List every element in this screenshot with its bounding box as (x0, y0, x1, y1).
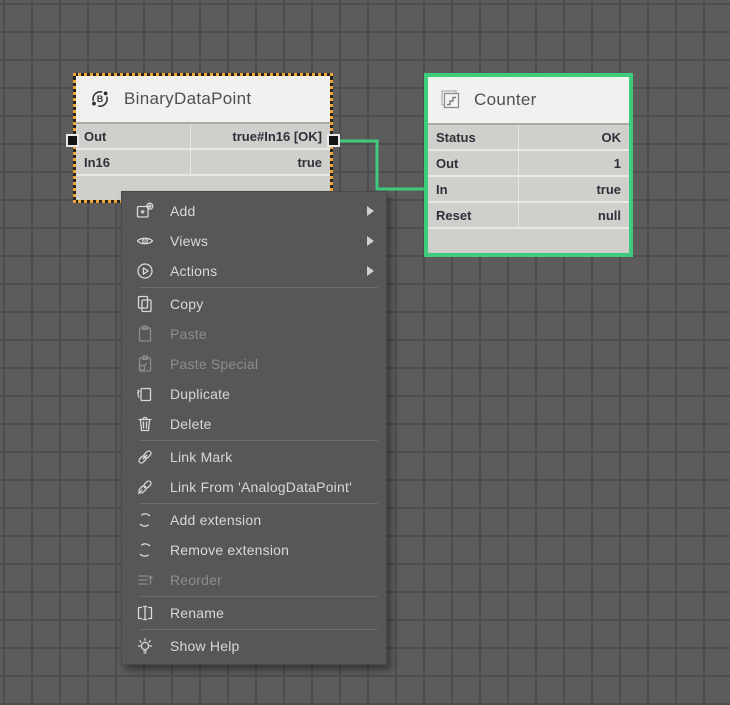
menu-item-rename[interactable]: Rename (122, 598, 386, 628)
menu-item-paste-special: Paste Special (122, 349, 386, 379)
reorder-icon (135, 570, 155, 590)
menu-item-copy[interactable]: Copy (122, 289, 386, 319)
prop-row-reset[interactable]: Reset null (428, 201, 629, 227)
paste-icon (135, 324, 155, 344)
context-menu: Add Views Actions Copy Paste Paste Speci… (121, 191, 387, 665)
prop-name: Reset (436, 203, 520, 227)
menu-item-show-help[interactable]: Show Help (122, 631, 386, 661)
rename-icon (135, 603, 155, 623)
block-counter[interactable]: Counter Status OK Out 1 In true Reset nu… (424, 73, 633, 257)
prop-row-in[interactable]: In true (428, 175, 629, 201)
prop-row-out[interactable]: Out true#In16 [OK] (76, 124, 330, 148)
link-from-icon (135, 477, 155, 497)
menu-item-remove-extension[interactable]: Remove extension (122, 535, 386, 565)
prop-row-status[interactable]: Status OK (428, 125, 629, 149)
out-pin-handle-left[interactable] (66, 134, 79, 147)
menu-item-views[interactable]: Views (122, 226, 386, 256)
out-pin-handle-right[interactable] (327, 134, 340, 147)
delete-trash-icon (135, 414, 155, 434)
add-extension-icon (135, 510, 155, 530)
menu-item-actions[interactable]: Actions (122, 256, 386, 286)
paste-special-icon (135, 354, 155, 374)
prop-value: true#In16 [OK] (232, 128, 322, 144)
remove-extension-icon (135, 540, 155, 560)
link-mark-icon (135, 447, 155, 467)
menu-item-link-mark[interactable]: Link Mark (122, 442, 386, 472)
block-title: Counter (474, 90, 537, 109)
menu-separator (140, 287, 378, 288)
prop-value: OK (601, 129, 622, 145)
menu-item-reorder: Reorder (122, 565, 386, 595)
prop-value: true (297, 154, 322, 170)
prop-row-out[interactable]: Out 1 (428, 149, 629, 175)
menu-item-add[interactable]: Add (122, 196, 386, 226)
submenu-arrow-icon (367, 266, 374, 276)
prop-name: In16 (84, 150, 192, 174)
menu-separator (140, 503, 378, 504)
copy-icon (135, 294, 155, 314)
submenu-arrow-icon (367, 236, 374, 246)
menu-item-paste: Paste (122, 319, 386, 349)
menu-separator (140, 596, 378, 597)
menu-item-link-from[interactable]: Link From 'AnalogDataPoint' (122, 472, 386, 502)
wiresheet-canvas[interactable]: B BinaryDataPoint Out true#In16 [OK] In1… (0, 0, 730, 705)
menu-item-add-extension[interactable]: Add extension (122, 505, 386, 535)
add-component-icon (135, 201, 155, 221)
prop-value: true (596, 181, 621, 197)
submenu-arrow-icon (367, 206, 374, 216)
show-help-bulb-icon (135, 636, 155, 656)
prop-row-empty (428, 227, 629, 253)
block-binary-data-point[interactable]: B BinaryDataPoint Out true#In16 [OK] In1… (73, 73, 333, 203)
prop-name: Out (436, 151, 520, 175)
prop-name: Status (436, 125, 520, 149)
counter-icon (440, 89, 462, 111)
prop-name: In (436, 177, 520, 201)
actions-play-icon (135, 261, 155, 281)
menu-separator (140, 629, 378, 630)
duplicate-icon (135, 384, 155, 404)
prop-value: 1 (613, 155, 621, 171)
binary-point-icon: B (88, 87, 112, 111)
prop-name: Out (84, 124, 192, 148)
menu-separator (140, 440, 378, 441)
views-eye-icon (135, 231, 155, 251)
menu-item-delete[interactable]: Delete (122, 409, 386, 439)
prop-value: null (597, 207, 621, 223)
menu-item-duplicate[interactable]: Duplicate (122, 379, 386, 409)
svg-text:B: B (97, 94, 104, 104)
prop-row-in16[interactable]: In16 true (76, 148, 330, 174)
block-title: BinaryDataPoint (124, 89, 252, 108)
block-counter-header[interactable]: Counter (428, 77, 629, 125)
block-binary-header[interactable]: B BinaryDataPoint (76, 76, 330, 124)
